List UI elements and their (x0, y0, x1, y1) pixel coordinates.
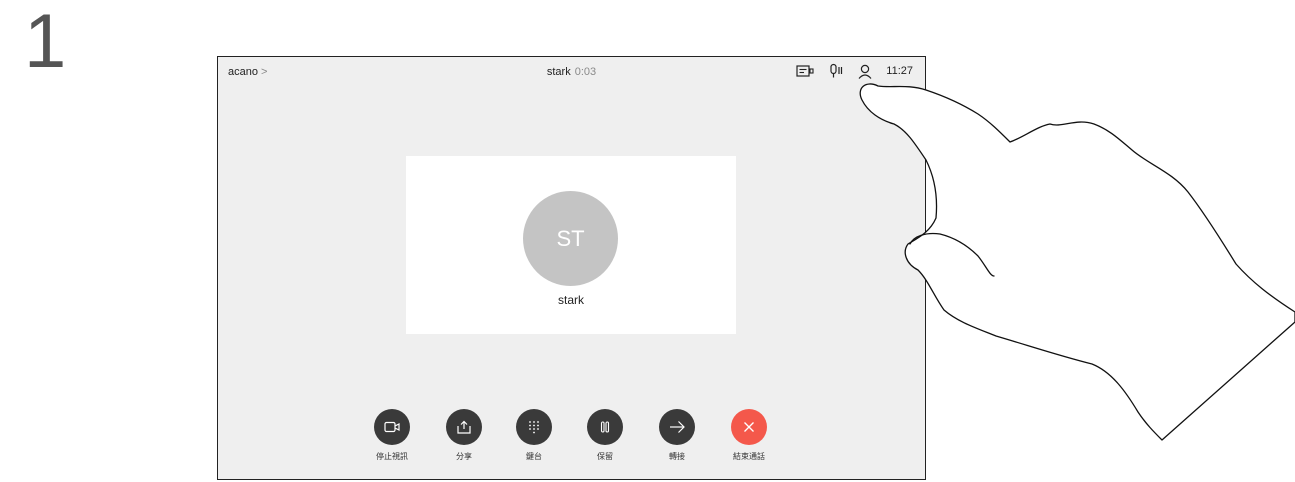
stop-video-label: 停止視訊 (376, 452, 408, 461)
share-label: 分享 (456, 452, 472, 461)
touch-screen: acano > stark 0:03 11:27 ST stark 停止視訊 分… (217, 56, 926, 480)
camera-icon (374, 409, 410, 445)
avatar: ST (523, 191, 618, 286)
call-controls: 停止視訊 分享 鍵台 保留 轉接 結束通話 (218, 409, 925, 469)
call-timer: 0:03 (574, 66, 597, 78)
person-icon[interactable] (858, 64, 872, 79)
top-bar: acano > stark 0:03 11:27 (218, 57, 925, 87)
participant-card: ST stark (406, 156, 736, 334)
transfer-label: 轉接 (669, 452, 685, 461)
stop-video-button[interactable]: 停止視訊 (367, 409, 417, 462)
end-call-button[interactable]: 結束通話 (724, 409, 774, 462)
share-icon (446, 409, 482, 445)
call-name: stark (546, 66, 571, 78)
share-button[interactable]: 分享 (439, 409, 489, 462)
end-call-label: 結束通話 (733, 452, 765, 461)
transfer-button[interactable]: 轉接 (652, 409, 702, 462)
status-icons: 11:27 (796, 63, 913, 79)
microphone-muted-icon[interactable] (828, 63, 844, 79)
keypad-label: 鍵台 (526, 452, 542, 461)
step-number: 1 (24, 0, 67, 84)
hold-button[interactable]: 保留 (580, 409, 630, 462)
clock: 11:27 (886, 65, 913, 77)
arrow-right-icon (659, 409, 695, 445)
keypad-button[interactable]: 鍵台 (509, 409, 559, 462)
layout-icon[interactable] (796, 64, 814, 78)
hold-label: 保留 (597, 452, 613, 461)
keypad-icon (516, 409, 552, 445)
participant-name: stark (557, 293, 584, 307)
close-icon (731, 409, 767, 445)
pause-icon (587, 409, 623, 445)
